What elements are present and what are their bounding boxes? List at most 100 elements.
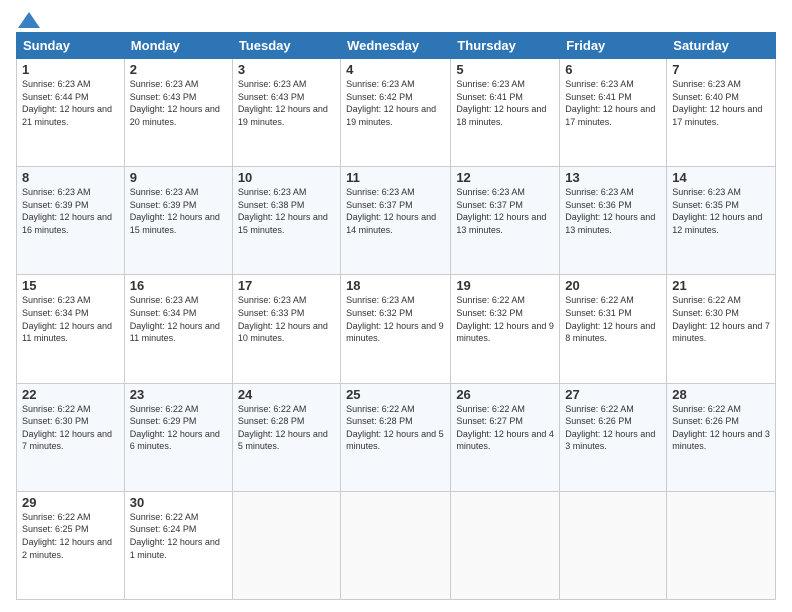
calendar-cell: 28 Sunrise: 6:22 AMSunset: 6:26 PMDaylig… [667,383,776,491]
header-day-monday: Monday [124,33,232,59]
day-number: 21 [672,278,770,293]
calendar-cell: 15 Sunrise: 6:23 AMSunset: 6:34 PMDaylig… [17,275,125,383]
calendar-cell: 18 Sunrise: 6:23 AMSunset: 6:32 PMDaylig… [341,275,451,383]
day-number: 15 [22,278,119,293]
calendar-cell: 16 Sunrise: 6:23 AMSunset: 6:34 PMDaylig… [124,275,232,383]
day-number: 17 [238,278,335,293]
day-info: Sunrise: 6:23 AMSunset: 6:40 PMDaylight:… [672,79,762,127]
calendar-table: SundayMondayTuesdayWednesdayThursdayFrid… [16,32,776,600]
calendar-cell: 22 Sunrise: 6:22 AMSunset: 6:30 PMDaylig… [17,383,125,491]
day-number: 2 [130,62,227,77]
day-number: 8 [22,170,119,185]
logo-text [16,12,40,28]
day-number: 7 [672,62,770,77]
day-info: Sunrise: 6:22 AMSunset: 6:31 PMDaylight:… [565,295,655,343]
day-number: 23 [130,387,227,402]
day-info: Sunrise: 6:23 AMSunset: 6:35 PMDaylight:… [672,187,762,235]
calendar-cell: 29 Sunrise: 6:22 AMSunset: 6:25 PMDaylig… [17,491,125,599]
day-number: 19 [456,278,554,293]
header-day-tuesday: Tuesday [232,33,340,59]
calendar-cell [341,491,451,599]
calendar-cell: 5 Sunrise: 6:23 AMSunset: 6:41 PMDayligh… [451,59,560,167]
day-number: 6 [565,62,661,77]
day-number: 5 [456,62,554,77]
day-number: 4 [346,62,445,77]
day-info: Sunrise: 6:22 AMSunset: 6:30 PMDaylight:… [22,404,112,452]
day-number: 13 [565,170,661,185]
day-info: Sunrise: 6:22 AMSunset: 6:28 PMDaylight:… [346,404,444,452]
day-number: 12 [456,170,554,185]
day-info: Sunrise: 6:22 AMSunset: 6:26 PMDaylight:… [565,404,655,452]
day-number: 14 [672,170,770,185]
day-info: Sunrise: 6:23 AMSunset: 6:34 PMDaylight:… [22,295,112,343]
day-info: Sunrise: 6:23 AMSunset: 6:39 PMDaylight:… [130,187,220,235]
calendar-cell [667,491,776,599]
day-number: 11 [346,170,445,185]
day-number: 24 [238,387,335,402]
calendar-cell: 3 Sunrise: 6:23 AMSunset: 6:43 PMDayligh… [232,59,340,167]
calendar-cell: 12 Sunrise: 6:23 AMSunset: 6:37 PMDaylig… [451,167,560,275]
calendar-cell [451,491,560,599]
calendar-cell: 24 Sunrise: 6:22 AMSunset: 6:28 PMDaylig… [232,383,340,491]
day-info: Sunrise: 6:23 AMSunset: 6:39 PMDaylight:… [22,187,112,235]
calendar-cell: 20 Sunrise: 6:22 AMSunset: 6:31 PMDaylig… [560,275,667,383]
day-info: Sunrise: 6:22 AMSunset: 6:26 PMDaylight:… [672,404,770,452]
calendar-cell: 4 Sunrise: 6:23 AMSunset: 6:42 PMDayligh… [341,59,451,167]
calendar-cell: 14 Sunrise: 6:23 AMSunset: 6:35 PMDaylig… [667,167,776,275]
calendar-cell: 7 Sunrise: 6:23 AMSunset: 6:40 PMDayligh… [667,59,776,167]
day-info: Sunrise: 6:23 AMSunset: 6:37 PMDaylight:… [346,187,436,235]
day-info: Sunrise: 6:23 AMSunset: 6:42 PMDaylight:… [346,79,436,127]
day-number: 22 [22,387,119,402]
calendar-cell: 27 Sunrise: 6:22 AMSunset: 6:26 PMDaylig… [560,383,667,491]
day-number: 28 [672,387,770,402]
header-day-thursday: Thursday [451,33,560,59]
calendar-cell: 19 Sunrise: 6:22 AMSunset: 6:32 PMDaylig… [451,275,560,383]
header [16,12,776,24]
day-number: 27 [565,387,661,402]
day-number: 25 [346,387,445,402]
calendar-cell: 6 Sunrise: 6:23 AMSunset: 6:41 PMDayligh… [560,59,667,167]
day-number: 18 [346,278,445,293]
calendar-cell: 8 Sunrise: 6:23 AMSunset: 6:39 PMDayligh… [17,167,125,275]
day-info: Sunrise: 6:22 AMSunset: 6:28 PMDaylight:… [238,404,328,452]
day-number: 10 [238,170,335,185]
day-number: 16 [130,278,227,293]
logo-icon [18,12,40,28]
day-number: 1 [22,62,119,77]
day-info: Sunrise: 6:22 AMSunset: 6:25 PMDaylight:… [22,512,112,560]
calendar-cell: 25 Sunrise: 6:22 AMSunset: 6:28 PMDaylig… [341,383,451,491]
day-number: 9 [130,170,227,185]
day-info: Sunrise: 6:23 AMSunset: 6:32 PMDaylight:… [346,295,444,343]
day-number: 29 [22,495,119,510]
day-info: Sunrise: 6:23 AMSunset: 6:37 PMDaylight:… [456,187,546,235]
calendar-cell [232,491,340,599]
day-info: Sunrise: 6:22 AMSunset: 6:27 PMDaylight:… [456,404,554,452]
day-info: Sunrise: 6:22 AMSunset: 6:30 PMDaylight:… [672,295,770,343]
logo [16,12,40,24]
calendar-cell: 13 Sunrise: 6:23 AMSunset: 6:36 PMDaylig… [560,167,667,275]
calendar-cell: 21 Sunrise: 6:22 AMSunset: 6:30 PMDaylig… [667,275,776,383]
header-day-wednesday: Wednesday [341,33,451,59]
day-info: Sunrise: 6:23 AMSunset: 6:34 PMDaylight:… [130,295,220,343]
calendar-cell: 23 Sunrise: 6:22 AMSunset: 6:29 PMDaylig… [124,383,232,491]
calendar-cell: 10 Sunrise: 6:23 AMSunset: 6:38 PMDaylig… [232,167,340,275]
calendar-cell: 30 Sunrise: 6:22 AMSunset: 6:24 PMDaylig… [124,491,232,599]
day-number: 30 [130,495,227,510]
day-info: Sunrise: 6:23 AMSunset: 6:41 PMDaylight:… [565,79,655,127]
day-info: Sunrise: 6:23 AMSunset: 6:43 PMDaylight:… [238,79,328,127]
day-info: Sunrise: 6:23 AMSunset: 6:43 PMDaylight:… [130,79,220,127]
calendar-cell: 9 Sunrise: 6:23 AMSunset: 6:39 PMDayligh… [124,167,232,275]
calendar-cell [560,491,667,599]
calendar-cell: 2 Sunrise: 6:23 AMSunset: 6:43 PMDayligh… [124,59,232,167]
header-day-friday: Friday [560,33,667,59]
day-info: Sunrise: 6:23 AMSunset: 6:36 PMDaylight:… [565,187,655,235]
day-info: Sunrise: 6:23 AMSunset: 6:38 PMDaylight:… [238,187,328,235]
page: SundayMondayTuesdayWednesdayThursdayFrid… [0,0,792,612]
header-day-saturday: Saturday [667,33,776,59]
day-info: Sunrise: 6:22 AMSunset: 6:32 PMDaylight:… [456,295,554,343]
day-info: Sunrise: 6:23 AMSunset: 6:41 PMDaylight:… [456,79,546,127]
day-info: Sunrise: 6:23 AMSunset: 6:33 PMDaylight:… [238,295,328,343]
day-info: Sunrise: 6:23 AMSunset: 6:44 PMDaylight:… [22,79,112,127]
day-info: Sunrise: 6:22 AMSunset: 6:29 PMDaylight:… [130,404,220,452]
calendar-cell: 17 Sunrise: 6:23 AMSunset: 6:33 PMDaylig… [232,275,340,383]
